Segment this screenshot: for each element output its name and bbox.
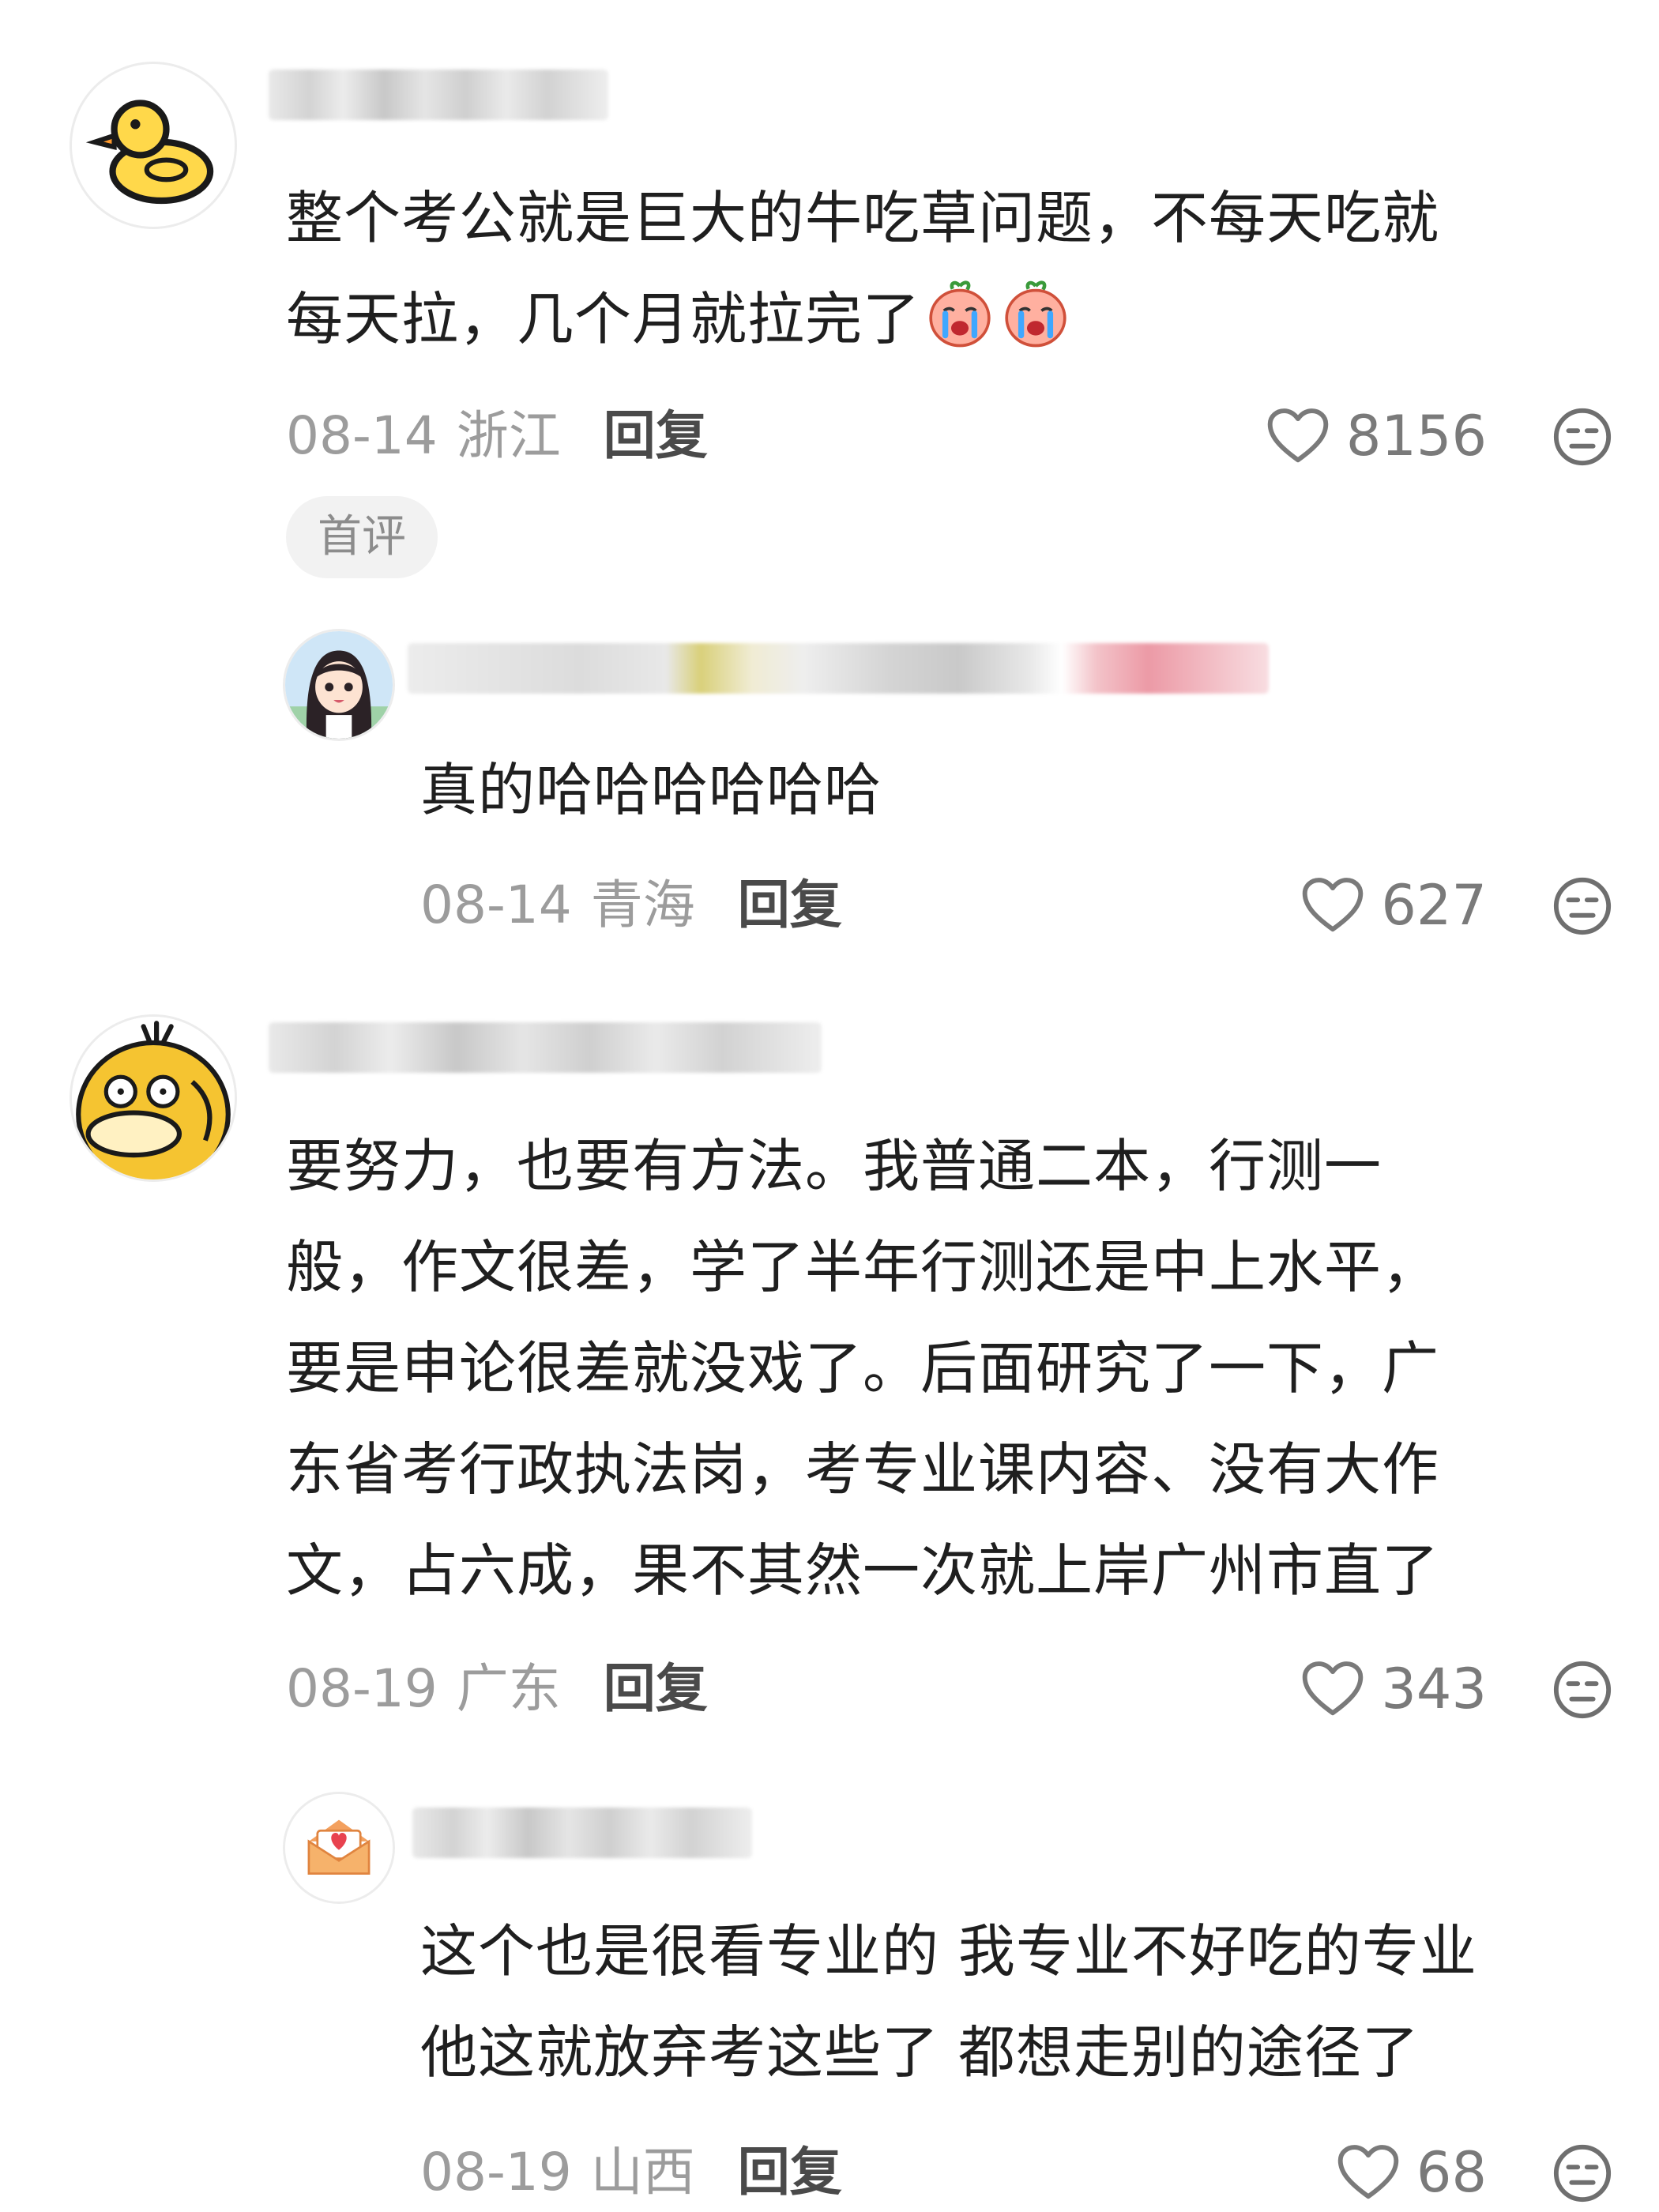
comment-text-line: 要是申论很差就没戏了。后面研究了一下，广 (286, 1335, 1440, 1401)
heart-outline-icon (1337, 2145, 1399, 2199)
avatar[interactable] (283, 629, 395, 741)
love-letter-icon (285, 1794, 393, 1902)
reply-meta: 08-19 山西 回复 68 (420, 2141, 1613, 2204)
comment-text: 整个考公就是巨大的牛吃草问题，不每天吃就 每天拉，几个月就拉完了 (286, 167, 1597, 370)
comment-text-line: 般，作文很差，学了半年行测还是中上水平， (286, 1234, 1440, 1300)
avatar[interactable] (283, 1792, 395, 1904)
avatar[interactable] (70, 1014, 237, 1182)
like-button[interactable]: 343 (1300, 1657, 1487, 1721)
comment-region: 浙江 (456, 405, 561, 466)
avatar[interactable] (70, 62, 237, 229)
comment-text-line: 要努力，也要有方法。我普通二本，行测一 (286, 1133, 1382, 1199)
neutral-face-icon[interactable] (1552, 1659, 1613, 1721)
anime-girl-icon (285, 631, 393, 739)
neutral-face-icon[interactable] (1552, 875, 1613, 937)
reply-button[interactable]: 回复 (604, 405, 708, 466)
reply-date: 08-19 (420, 2142, 572, 2203)
reply-text-line: 这个也是很看专业的 我专业不好吃的专业 (420, 1918, 1477, 1984)
reply-button[interactable]: 回复 (604, 1658, 708, 1719)
username-blurred[interactable] (412, 1808, 752, 1858)
comment-meta: 08-14 浙江 回复 8156 (286, 404, 1613, 468)
reply-region: 山西 (590, 2142, 695, 2203)
reply-text-line: 真的哈哈哈哈哈哈 (420, 757, 882, 823)
heart-outline-icon (1303, 1661, 1364, 1716)
username-blurred[interactable] (269, 1022, 822, 1073)
comment-text-line: 文，占六成，果不其然一次就上岸广州市直了 (286, 1537, 1440, 1604)
like-button[interactable]: 68 (1336, 2141, 1487, 2204)
comment-date: 08-14 (286, 405, 438, 466)
psyduck-icon (72, 1017, 235, 1179)
comment-region: 广东 (456, 1658, 561, 1719)
comment-text-line: 整个考公就是巨大的牛吃草问题，不每天吃就 (286, 185, 1440, 251)
username-blurred[interactable] (269, 70, 608, 120)
heart-outline-icon (1303, 878, 1364, 932)
neutral-face-icon[interactable] (1552, 2142, 1613, 2204)
like-button[interactable]: 627 (1300, 874, 1487, 937)
yellow-duck-icon (85, 100, 214, 205)
reply-button[interactable]: 回复 (738, 2142, 842, 2203)
like-count: 343 (1381, 1657, 1487, 1721)
heart-outline-icon (1267, 408, 1329, 463)
like-button[interactable]: 8156 (1266, 404, 1487, 468)
comment-date: 08-19 (286, 1658, 438, 1719)
like-count: 8156 (1345, 404, 1487, 468)
crying-peach-emoji (924, 277, 996, 350)
reply-meta: 08-14 青海 回复 627 (420, 874, 1613, 937)
like-count: 68 (1416, 2140, 1487, 2205)
reply-region: 青海 (590, 875, 695, 935)
crying-peach-emoji (999, 277, 1072, 350)
reply-text: 这个也是很看专业的 我专业不好吃的专业 他这就放弃考这些了 都想走别的途径了 (420, 1901, 1621, 2103)
reply-text-line: 他这就放弃考这些了 都想走别的途径了 (420, 2019, 1420, 2086)
first-comment-badge: 首评 (286, 496, 438, 578)
comment-text-line: 东省考行政执法岗，考专业课内容、没有大作 (286, 1436, 1440, 1503)
comment-meta: 08-19 广东 回复 343 (286, 1657, 1613, 1721)
reply-date: 08-14 (420, 875, 572, 935)
reply-text: 真的哈哈哈哈哈哈 (420, 739, 1621, 841)
neutral-face-icon[interactable] (1552, 406, 1613, 468)
username-blurred[interactable] (408, 643, 1269, 694)
like-count: 627 (1381, 873, 1487, 938)
comment-text-line: 每天拉，几个月就拉完了 (286, 286, 921, 352)
reply-button[interactable]: 回复 (738, 875, 842, 935)
comment-text: 要努力，也要有方法。我普通二本，行测一 般，作文很差，学了半年行测还是中上水平，… (286, 1115, 1597, 1621)
